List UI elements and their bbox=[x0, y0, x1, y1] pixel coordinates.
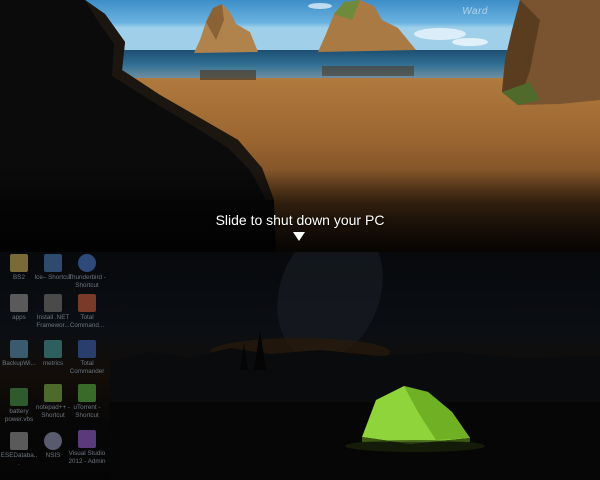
desktop-icon-visual-studio[interactable]: Visual Studio 2012 - Admin bbox=[68, 430, 106, 465]
nsis-icon bbox=[44, 432, 62, 450]
desktop-icon-grid: BS2 apps BackupWi... battery power.vbs E… bbox=[0, 252, 120, 480]
slide-to-shutdown-label: Slide to shut down your PC bbox=[215, 212, 385, 228]
desktop-icon-metrics[interactable]: metrics bbox=[34, 340, 72, 368]
visual-studio-icon bbox=[78, 430, 96, 448]
desktop-icon-notepad-plus-plus[interactable]: notepad++ - Shortcut bbox=[34, 384, 72, 419]
desktop-icon-label: Visual Studio 2012 - Admin bbox=[68, 450, 106, 465]
desktop-icon-label: Thunderbird - Shortcut bbox=[68, 274, 106, 289]
desktop-icon-label: Install .NET Framewor... bbox=[36, 314, 70, 329]
desktop-icon-label: battery power.vbs bbox=[4, 408, 34, 423]
desktop-icon-label: notepad++ - Shortcut bbox=[36, 404, 70, 419]
slide-to-shutdown-panel[interactable]: Ward Slide to shut down your PC bbox=[0, 0, 600, 252]
desktop-icon-label: apps bbox=[12, 314, 26, 321]
desktop-icon-label: BackupWi... bbox=[2, 360, 36, 367]
desktop-icon-label: ESEDataba... bbox=[0, 452, 38, 467]
desktop-icon-thunderbird[interactable]: Thunderbird - Shortcut bbox=[68, 254, 106, 289]
desktop-icon-bs2[interactable]: BS2 bbox=[0, 254, 38, 282]
desktop-icon-nsis[interactable]: NSIS bbox=[34, 432, 72, 460]
desktop-icon-esedataba[interactable]: ESEDataba... bbox=[0, 432, 38, 467]
app-icon bbox=[10, 340, 28, 358]
desktop-icon-backupwi[interactable]: BackupWi... bbox=[0, 340, 38, 368]
app-icon bbox=[44, 340, 62, 358]
desktop-icon-apps[interactable]: apps bbox=[0, 294, 38, 322]
desktop-area: BS2 apps BackupWi... battery power.vbs E… bbox=[0, 252, 600, 480]
total-commander-icon bbox=[78, 340, 96, 358]
desktop-icon-label: Total Command... bbox=[69, 314, 105, 329]
desktop-icon-utorrent[interactable]: uTorrent - Shortcut bbox=[68, 384, 106, 419]
desktop-icon-label: Total Commander bbox=[69, 360, 105, 375]
installer-icon bbox=[44, 294, 62, 312]
total-commander-icon bbox=[78, 294, 96, 312]
desktop-icon-label: NSIS bbox=[45, 452, 61, 459]
desktop-icon-install-dotnet[interactable]: Install .NET Framewor... bbox=[34, 294, 72, 329]
desktop-icon-label: BS2 bbox=[13, 274, 25, 281]
utorrent-icon bbox=[78, 384, 96, 402]
desktop-icon-label: metrics bbox=[42, 360, 64, 367]
battery-icon bbox=[10, 388, 28, 406]
desktop-icon-total-commander[interactable]: Total Commander bbox=[68, 340, 106, 375]
thunderbird-icon bbox=[78, 254, 96, 272]
watermark-text: Ward bbox=[462, 6, 488, 17]
desktop-icon-ice[interactable]: Ice– Shortcut bbox=[34, 254, 72, 282]
desktop-icon-battery-power[interactable]: battery power.vbs bbox=[0, 388, 38, 423]
document-icon bbox=[10, 432, 28, 450]
notepad-icon bbox=[44, 384, 62, 402]
desktop-icon-label: Ice– Shortcut bbox=[34, 274, 72, 281]
desktop-icon-total-command[interactable]: Total Command... bbox=[68, 294, 106, 329]
document-icon bbox=[10, 294, 28, 312]
folder-icon bbox=[10, 254, 28, 272]
desktop-icon-label: uTorrent - Shortcut bbox=[73, 404, 101, 419]
arrow-down-icon[interactable] bbox=[293, 232, 305, 241]
app-icon bbox=[44, 254, 62, 272]
